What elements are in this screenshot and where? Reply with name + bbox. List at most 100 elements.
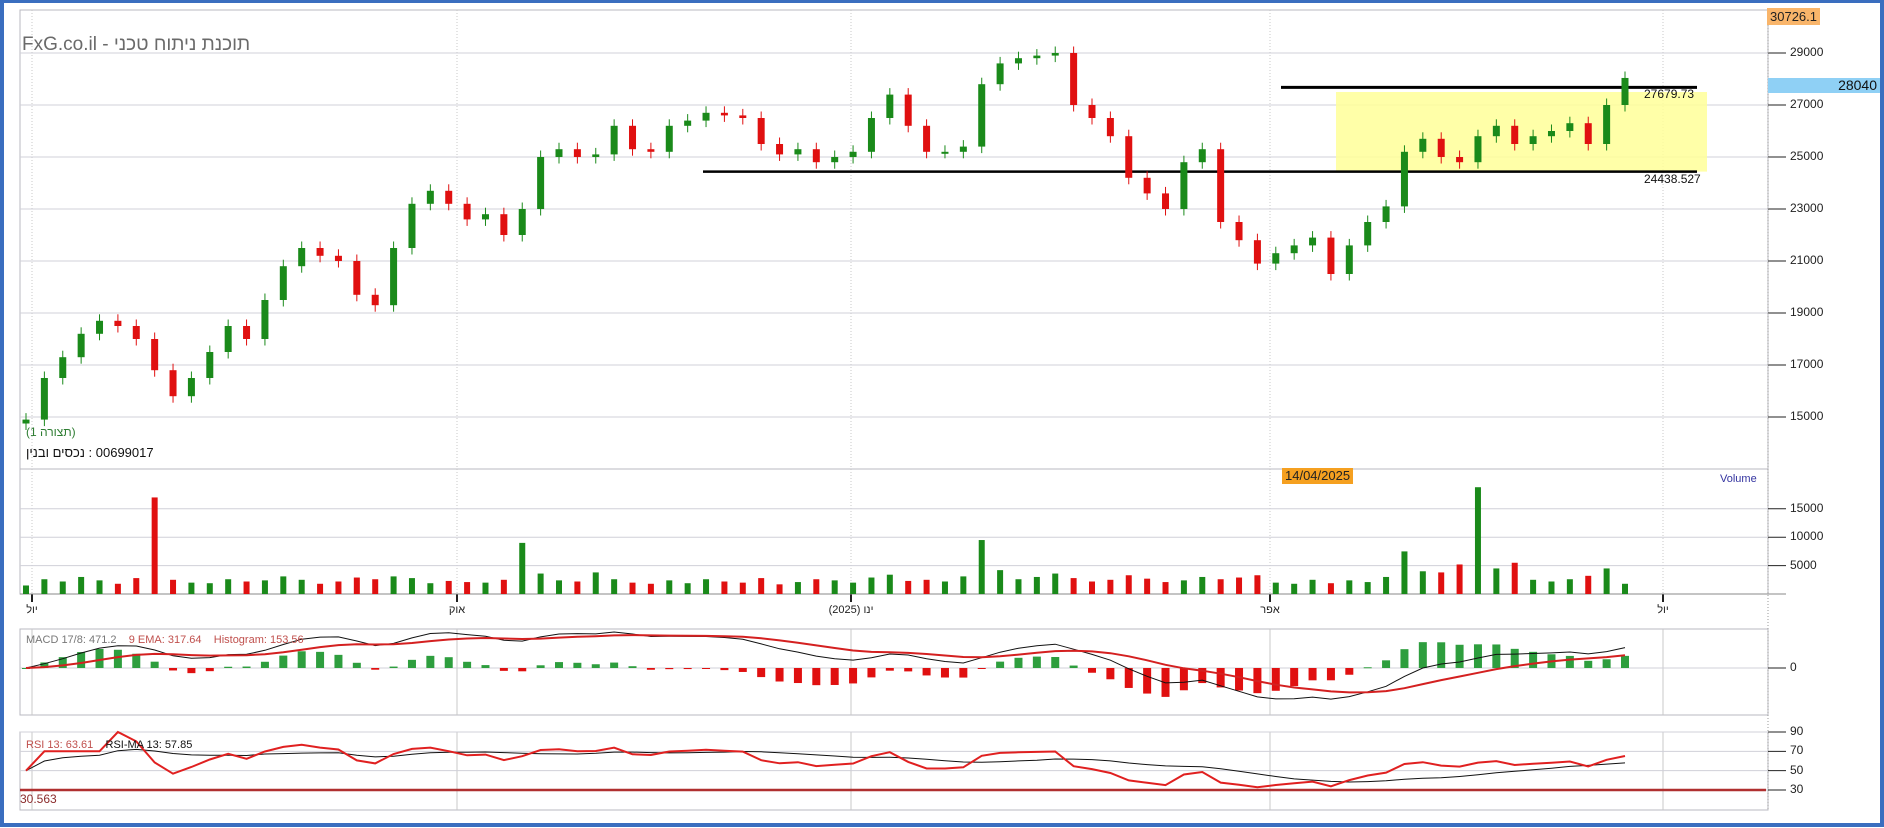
macd-histogram-bar — [1455, 644, 1464, 668]
macd-histogram-bar — [1345, 668, 1354, 675]
candle-body — [702, 112, 710, 121]
macd-histogram-bar — [885, 668, 894, 671]
macd-histogram-bar — [830, 668, 839, 685]
volume-bar — [611, 579, 618, 594]
volume-bar — [960, 576, 967, 594]
candle-body — [1143, 177, 1151, 194]
price-axis-label: 23000 — [1790, 201, 1824, 215]
macd-axis-label: 0 — [1790, 660, 1797, 674]
volume-bar — [721, 581, 728, 594]
price-axis-label: 29000 — [1790, 45, 1824, 59]
macd-histogram-bar — [849, 668, 858, 684]
macd-histogram-bar — [1069, 665, 1078, 668]
candle-body — [261, 300, 269, 339]
volume-bar — [1180, 580, 1187, 594]
volume-bar — [1401, 551, 1408, 594]
candle-body — [555, 149, 563, 157]
macd-histogram-bar — [260, 661, 269, 668]
candle-body — [573, 149, 581, 157]
macd-histogram-bar — [1271, 668, 1280, 691]
candle-body — [923, 125, 931, 152]
volume-bar — [905, 580, 912, 594]
rsi-axis-label: 50 — [1790, 762, 1804, 777]
macd-histogram-bar — [1088, 668, 1096, 673]
volume-bar — [1474, 487, 1481, 594]
candle-body — [1529, 136, 1537, 144]
volume-bar — [997, 570, 1004, 594]
candle-body — [1437, 138, 1445, 157]
volume-bar — [280, 576, 287, 594]
volume-bar — [923, 579, 930, 594]
candle-body — [757, 118, 765, 144]
volume-bar — [1493, 568, 1500, 594]
candle-body — [1014, 58, 1022, 64]
volume-bar — [1603, 568, 1610, 594]
volume-bar — [1291, 583, 1298, 594]
macd-histogram-bar — [1400, 649, 1409, 668]
candle-body — [720, 112, 728, 116]
candle-body — [959, 146, 967, 152]
macd-histogram-bar — [1290, 668, 1299, 687]
candle-body — [353, 261, 361, 295]
macd-histogram-bar — [187, 668, 196, 674]
macd-histogram-bar — [1565, 655, 1574, 668]
macd-histogram-bar — [977, 668, 986, 669]
candle-body — [77, 333, 85, 358]
macd-histogram-bar — [959, 668, 968, 678]
volume-bar — [500, 579, 507, 594]
macd-histogram-bar — [720, 668, 729, 671]
volume-bar — [1254, 575, 1261, 594]
candle-body — [1621, 77, 1629, 105]
macd-histogram-bar — [1602, 659, 1611, 668]
macd-histogram-bar — [775, 668, 784, 682]
volume-bar — [317, 583, 324, 594]
volume-bar — [78, 576, 85, 594]
volume-bar — [1272, 582, 1279, 594]
volume-bar — [831, 580, 838, 594]
macd-histogram-bar — [793, 668, 802, 684]
volume-bar — [1438, 572, 1445, 594]
macd-histogram-bar — [610, 662, 619, 668]
volume-bar — [1033, 576, 1040, 594]
volume-bar — [850, 582, 857, 594]
volume-axis-label: 15000 — [1790, 500, 1824, 515]
macd-histogram-bar — [1032, 656, 1041, 668]
rsi-level-label: 30.563 — [20, 792, 57, 806]
volume-bar — [1383, 576, 1390, 594]
candle-body — [812, 149, 820, 163]
candle-body — [279, 266, 287, 300]
volume-bar — [574, 581, 581, 594]
volume-bar — [1125, 575, 1132, 594]
volume-bar — [427, 583, 434, 594]
rsi-legend: RSI 13: 63.61 RSI-MA 13: 57.85 — [26, 739, 192, 751]
macd-histogram-bar — [757, 668, 766, 678]
candle-body — [1309, 237, 1317, 246]
volume-bar — [1364, 582, 1371, 594]
macd-histogram-bar — [738, 668, 747, 672]
candle-body — [114, 320, 122, 326]
candle-body — [481, 214, 489, 220]
volume-bar — [1511, 562, 1518, 594]
candle-body — [463, 203, 471, 220]
macd-ema-value: 9 EMA: 317.64 — [128, 634, 202, 646]
rsi-line — [25, 730, 1626, 789]
macd-histogram-bar — [1014, 657, 1023, 668]
chart-canvas[interactable] — [0, 0, 1884, 828]
volume-bar — [243, 581, 250, 594]
price-axis-label: 27000 — [1790, 97, 1824, 111]
macd-histogram-bar — [77, 652, 86, 668]
candle-body — [500, 214, 508, 235]
macd-histogram-bar — [683, 668, 692, 670]
candle-body — [1217, 149, 1225, 222]
volume-bar — [739, 582, 746, 594]
volume-bar — [335, 581, 342, 594]
resistance-level-label: 27679.73 — [1644, 87, 1695, 101]
volume-bar — [96, 580, 103, 594]
volume-bar — [408, 578, 415, 594]
candle-body — [1603, 105, 1611, 144]
candle-body — [1474, 136, 1482, 163]
candle-body — [298, 248, 306, 267]
candle-body — [132, 326, 140, 339]
macd-histogram-bar — [867, 668, 876, 678]
candle-body — [1566, 123, 1574, 131]
